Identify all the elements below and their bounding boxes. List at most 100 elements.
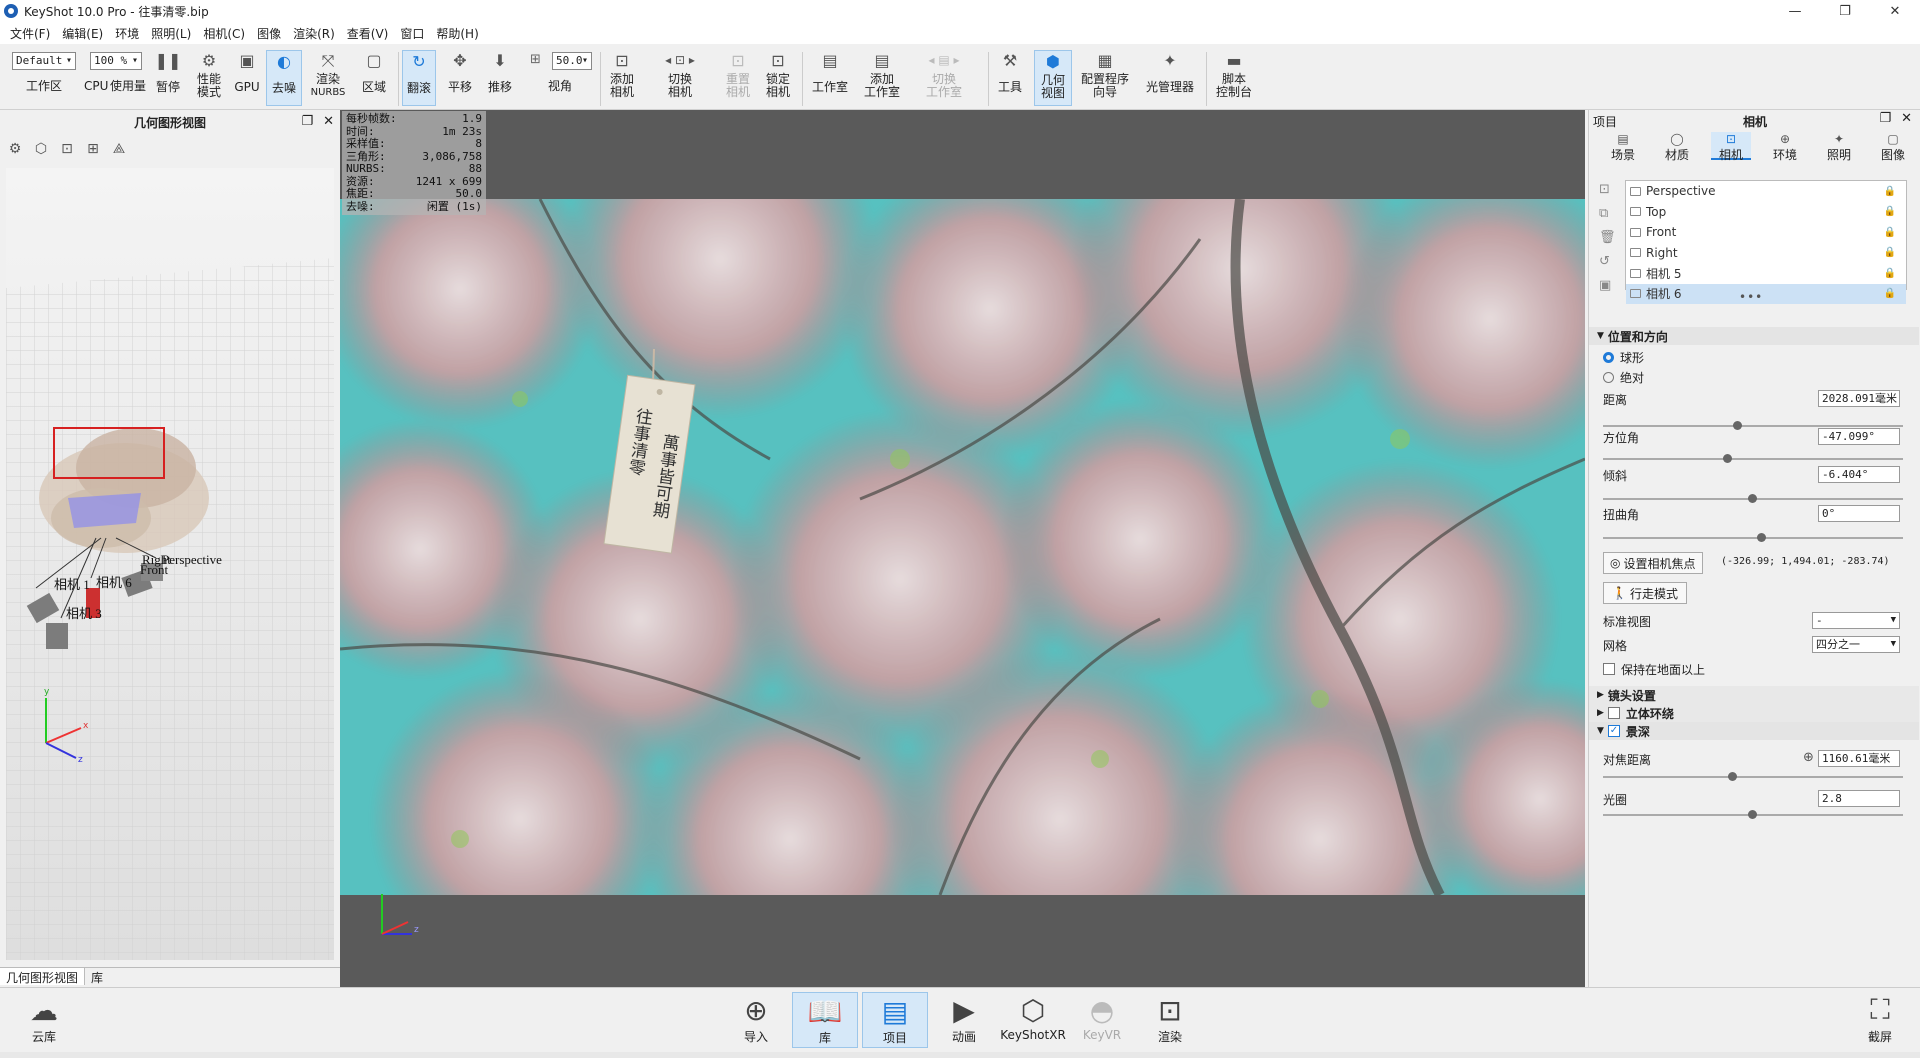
camera-frame-icon[interactable]: ⊞ [82, 138, 104, 160]
region-button[interactable]: ▢ 区域 [360, 50, 388, 94]
grid-select[interactable]: 四分之一 ▼ [1812, 636, 1900, 653]
save-camera-icon[interactable]: ▣ [1599, 278, 1616, 293]
checkbox-unchecked[interactable] [1607, 707, 1620, 719]
section-depth-of-field[interactable]: ▼ ✓ 景深 [1589, 722, 1919, 740]
slider-knob[interactable] [1723, 454, 1732, 463]
lock-camera-button[interactable]: ⊡ 锁定 相机 [764, 50, 792, 99]
tumble-button[interactable]: ↻ 翻滚 [402, 50, 436, 106]
menu-image[interactable]: 图像 [251, 25, 287, 42]
radio-sphere-row[interactable]: 球形 [1603, 348, 1910, 366]
walk-mode-button[interactable]: 🚶 行走模式 [1603, 582, 1687, 604]
set-camera-focus-button[interactable]: ◎ 设置相机焦点 [1603, 552, 1703, 574]
lock-icon[interactable]: 🔒 [1884, 186, 1896, 197]
screenshot-button[interactable]: ⛶ 截屏 [1852, 992, 1908, 1045]
slider-knob[interactable] [1748, 494, 1757, 503]
pan-button[interactable]: ✥ 平移 [446, 50, 474, 94]
azimuth-slider[interactable] [1603, 454, 1903, 463]
slider-knob[interactable] [1757, 533, 1766, 542]
close-window-button[interactable]: ✕ [1870, 0, 1920, 22]
geometry-view-button[interactable]: ⬢ 几何 视图 [1034, 50, 1072, 106]
azimuth-input[interactable]: -47.099° [1818, 428, 1900, 445]
focus-distance-slider[interactable] [1603, 772, 1903, 781]
pause-button[interactable]: ❚❚ 暂停 [155, 50, 182, 94]
menu-window[interactable]: 窗口 [394, 25, 430, 42]
script-console-button[interactable]: ▬ 脚本 控制台 [1214, 50, 1254, 99]
slider-knob[interactable] [1748, 810, 1757, 819]
add-camera-icon[interactable]: ⊡ [1599, 182, 1616, 197]
cloud-library-button[interactable]: ☁ 云库 [16, 992, 72, 1045]
lock-icon[interactable]: 🔒 [1884, 206, 1896, 217]
camera-item-top[interactable]: Top 🔒 [1626, 202, 1906, 223]
menu-file[interactable]: 文件(F) [4, 25, 56, 42]
tab-image[interactable]: ▢ 图像 [1873, 132, 1913, 162]
menu-help[interactable]: 帮助(H) [430, 25, 484, 42]
tab-camera[interactable]: ⊡ 相机 [1711, 132, 1751, 162]
close-panel-icon[interactable]: ✕ [1901, 111, 1912, 126]
fov-input[interactable]: 50.0 [552, 52, 592, 70]
gpu-button[interactable]: ▣ GPU [234, 50, 259, 94]
incline-slider[interactable] [1603, 494, 1903, 503]
switch-studio-button[interactable]: ◂ ▤ ▸ 切换 工作室 [916, 50, 972, 99]
light-manager-button[interactable]: ✦ 光管理器 [1144, 50, 1196, 94]
keyvr-button[interactable]: ◓ KeyVR [1074, 992, 1130, 1043]
focus-distance-input[interactable]: 1160.61毫米 [1818, 750, 1900, 767]
library-button[interactable]: 📖 库 [792, 992, 858, 1048]
lock-icon[interactable]: 🔒 [1884, 288, 1896, 299]
tab-environment[interactable]: ⊕ 环境 [1765, 132, 1805, 162]
camera-item-front[interactable]: Front 🔒 [1626, 222, 1906, 243]
radio-absolute-row[interactable]: 绝对 [1603, 368, 1910, 386]
menu-camera[interactable]: 相机(C) [197, 25, 251, 42]
menu-edit[interactable]: 编辑(E) [56, 25, 109, 42]
aperture-input[interactable]: 2.8 [1818, 790, 1900, 807]
animation-button[interactable]: ▶ 动画 [936, 992, 992, 1045]
axes-icon[interactable]: ⟁ [108, 138, 130, 160]
lock-icon[interactable]: 🔒 [1884, 268, 1896, 279]
dolly-button[interactable]: ⬇ 推移 [486, 50, 514, 94]
studio-button[interactable]: ▤ 工作室 [810, 50, 850, 94]
section-stereo[interactable]: ▶ 立体环绕 [1589, 704, 1919, 722]
tab-scene[interactable]: ▤ 场景 [1603, 132, 1643, 162]
tools-button[interactable]: ⚒ 工具 [996, 50, 1024, 94]
add-camera-button[interactable]: ⊡ 添加 相机 [608, 50, 636, 99]
menu-lighting[interactable]: 照明(L) [145, 25, 197, 42]
camera-view-icon[interactable]: ⊡ [56, 138, 78, 160]
real-time-viewport[interactable]: 往事清零 萬事皆可期 每秒帧数: 1.9 时间: 1m 23s 采样值: 8 三角形:… [340, 110, 1585, 987]
aperture-slider[interactable] [1603, 810, 1903, 819]
project-button[interactable]: ▤ 项目 [862, 992, 928, 1048]
crosshair-icon[interactable]: ⊕ [1803, 750, 1814, 765]
tab-lighting[interactable]: ✦ 照明 [1819, 132, 1859, 162]
geometry-viewport[interactable]: 相机 1 相机 6 相机 3 Right Front Perspective y… [6, 168, 334, 960]
menu-render[interactable]: 渲染(R) [287, 25, 341, 42]
incline-input[interactable]: -6.404° [1818, 466, 1900, 483]
section-position-orientation[interactable]: ▼ 位置和方向 [1589, 327, 1919, 345]
configurator-wizard-button[interactable]: ▦ 配置程序 向导 [1080, 50, 1130, 99]
render-nurbs-button[interactable]: ⤧ 渲染 NURBS [311, 50, 346, 99]
workspace-select[interactable]: Default [12, 52, 76, 70]
camera-item-right[interactable]: Right 🔒 [1626, 243, 1906, 264]
menu-view[interactable]: 查看(V) [341, 25, 395, 42]
keep-above-ground-row[interactable]: 保持在地面以上 [1603, 660, 1910, 678]
more-dots-icon[interactable]: ••• [1739, 290, 1763, 304]
tab-geometry-view[interactable]: 几何图形视图 [0, 968, 86, 985]
denoise-button[interactable]: ◐ 去噪 [266, 50, 302, 106]
undock-icon[interactable]: ❐ [1879, 111, 1891, 126]
import-button[interactable]: ⊕ 导入 [728, 992, 784, 1045]
standard-view-select[interactable]: - ▼ [1812, 612, 1900, 629]
keyshotxr-button[interactable]: ⬡ KeyShotXR [1000, 992, 1066, 1043]
delete-camera-icon[interactable]: 🗑 [1599, 230, 1616, 245]
distance-slider[interactable] [1603, 421, 1903, 430]
switch-camera-button[interactable]: ◂ ⊡ ▸ 切换 相机 [652, 50, 708, 99]
slider-knob[interactable] [1728, 772, 1737, 781]
menu-environment[interactable]: 环境 [109, 25, 145, 42]
add-studio-button[interactable]: ▤ 添加 工作室 [862, 50, 902, 99]
tab-material[interactable]: ◯ 材质 [1657, 132, 1697, 162]
render-button[interactable]: ⊡ 渲染 [1142, 992, 1198, 1045]
checkbox-unchecked[interactable] [1603, 663, 1615, 675]
twist-slider[interactable] [1603, 533, 1903, 542]
distance-input[interactable]: 2028.091毫米 [1818, 390, 1900, 407]
twist-input[interactable]: 0° [1818, 505, 1900, 522]
camera-item-6[interactable]: 相机 6 🔒 [1626, 283, 1906, 304]
reset-camera-icon[interactable]: ↺ [1599, 254, 1616, 269]
camera-item-5[interactable]: 相机 5 🔒 [1626, 263, 1906, 284]
reset-camera-button[interactable]: ⊡ 重置 相机 [724, 50, 752, 99]
